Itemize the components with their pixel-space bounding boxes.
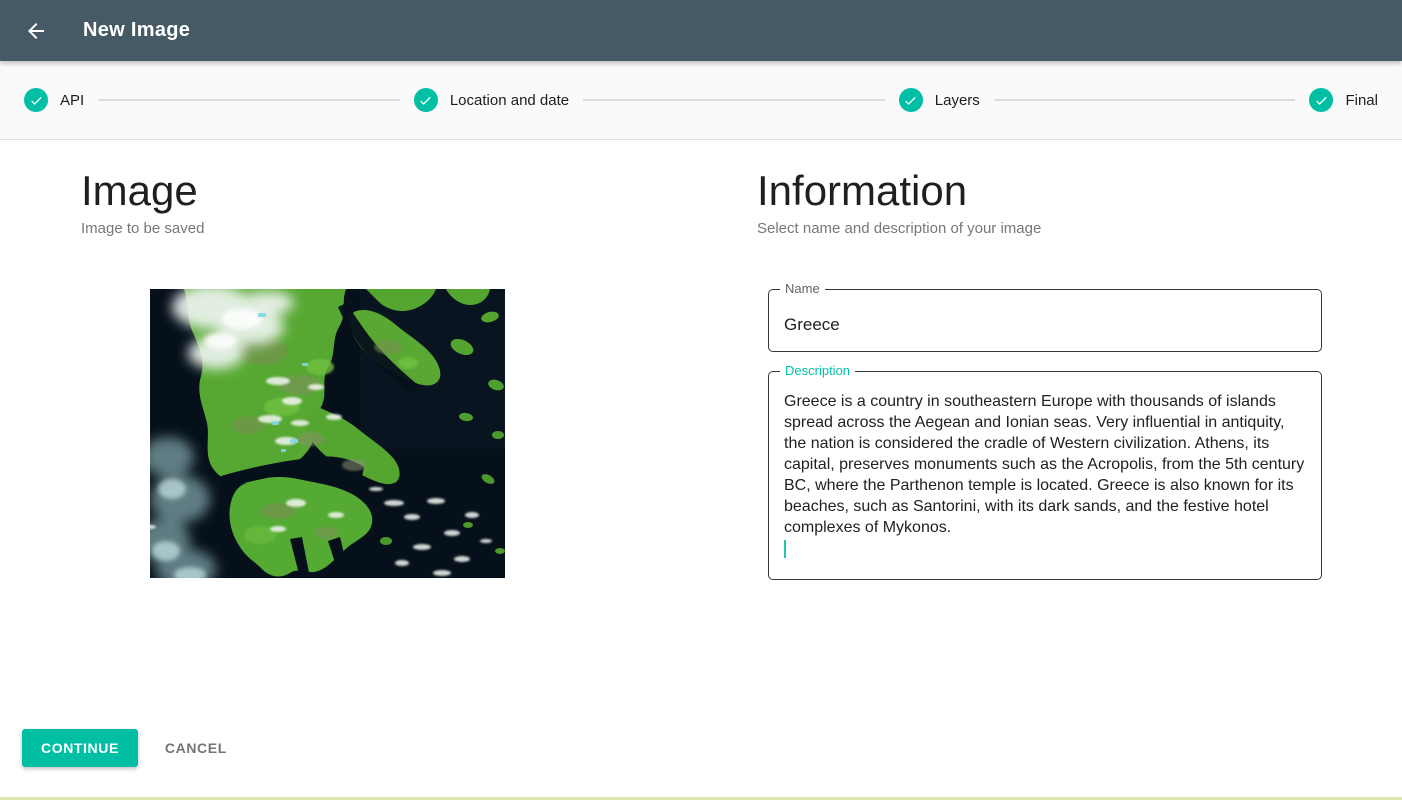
- satellite-image-preview: [150, 289, 505, 579]
- image-section-title: Image: [81, 167, 198, 214]
- action-buttons: CONTINUE CANCEL: [22, 729, 243, 767]
- step-api[interactable]: API: [24, 88, 84, 112]
- cancel-button[interactable]: CANCEL: [149, 729, 243, 767]
- check-icon: [1309, 88, 1334, 112]
- image-section: Image Image to be saved: [0, 140, 700, 580]
- name-field-label: Name: [780, 281, 825, 298]
- step-connector: [583, 99, 885, 101]
- description-field: Description Greece is a country in south…: [768, 363, 1322, 581]
- page-title: New Image: [83, 19, 191, 41]
- step-connector: [993, 99, 1296, 101]
- continue-button[interactable]: CONTINUE: [22, 729, 138, 767]
- check-icon: [413, 88, 438, 112]
- step-final[interactable]: Final: [1309, 88, 1378, 112]
- check-icon: [24, 88, 48, 112]
- name-input[interactable]: [769, 290, 1321, 352]
- text-cursor: [784, 540, 786, 559]
- back-arrow-icon[interactable]: [16, 11, 56, 51]
- step-connector: [98, 99, 400, 101]
- step-label: Final: [1345, 91, 1378, 109]
- description-field-label: Description: [780, 363, 856, 380]
- check-icon: [898, 88, 923, 112]
- step-layers[interactable]: Layers: [898, 88, 980, 112]
- step-label: Layers: [934, 91, 980, 109]
- information-section-subtitle: Select name and description of your imag…: [757, 220, 1042, 238]
- step-label: API: [60, 91, 85, 109]
- step-label: Location and date: [449, 91, 570, 109]
- image-section-subtitle: Image to be saved: [81, 220, 205, 238]
- main-content: Image Image to be saved Information Sele…: [0, 140, 1402, 797]
- description-text: Greece is a country in southeastern Euro…: [784, 393, 1305, 537]
- information-section: Information Select name and description …: [700, 140, 1402, 581]
- name-field: Name: [768, 281, 1322, 353]
- information-section-title: Information: [757, 167, 968, 214]
- app-bar: New Image: [0, 0, 1402, 61]
- step-location-and-date[interactable]: Location and date: [413, 88, 570, 112]
- stepper: API Location and date Layers Final: [0, 61, 1402, 140]
- description-input[interactable]: Greece is a country in southeastern Euro…: [769, 372, 1321, 579]
